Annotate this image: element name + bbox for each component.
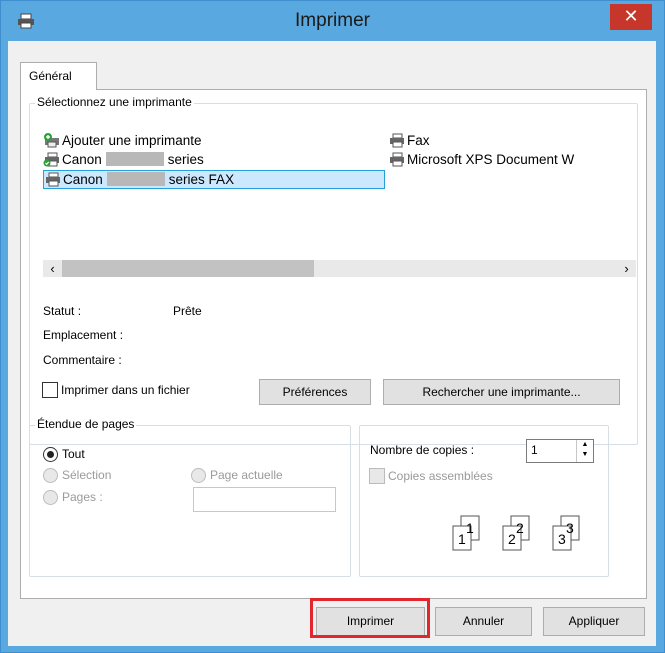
collate-label: Copies assemblées: [388, 469, 493, 483]
print-dialog: Imprimer ✕ Général Sélectionnez une impr…: [0, 0, 665, 653]
radio-current-page[interactable]: [191, 468, 206, 483]
status-value: Prête: [173, 304, 202, 318]
location-label: Emplacement :: [43, 328, 124, 342]
radio-selection[interactable]: [43, 468, 58, 483]
redacted-model: [106, 172, 165, 186]
printer-group-legend: Sélectionnez une imprimante: [35, 95, 194, 109]
printer-item-add[interactable]: Ajouter une imprimante: [43, 132, 202, 149]
apply-button[interactable]: Appliquer: [543, 607, 645, 636]
print-to-file-label: Imprimer dans un fichier: [61, 383, 190, 397]
printer-item-fax[interactable]: Fax: [388, 132, 430, 149]
scroll-thumb[interactable]: [62, 260, 314, 277]
collate-checkbox[interactable]: [369, 468, 385, 484]
find-printer-button[interactable]: Rechercher une imprimante...: [383, 379, 620, 405]
horizontal-scrollbar[interactable]: ‹ ›: [43, 260, 636, 277]
spin-arrows-icon[interactable]: ▲ ▼: [576, 440, 593, 462]
radio-pages[interactable]: [43, 490, 58, 505]
dialog-body: Général Sélectionnez une imprimante Ajou…: [8, 41, 656, 646]
printer-icon: [388, 152, 406, 167]
tab-general[interactable]: Général: [20, 62, 97, 90]
collate-pages-icon: 1 1 2 2 3 3: [452, 515, 580, 551]
add-printer-icon: [43, 133, 61, 148]
cancel-button[interactable]: Annuler: [435, 607, 532, 636]
title-bar[interactable]: Imprimer ✕: [1, 1, 664, 41]
copies-stepper[interactable]: 1 ▲ ▼: [526, 439, 594, 463]
radio-all[interactable]: [43, 447, 58, 462]
radio-current-page-label: Page actuelle: [210, 468, 283, 482]
radio-selection-label: Sélection: [62, 468, 112, 482]
comment-label: Commentaire :: [43, 353, 122, 367]
printer-list[interactable]: Ajouter une imprimante Canon series Canon…: [43, 130, 636, 245]
scroll-left-icon[interactable]: ‹: [43, 260, 62, 277]
close-button[interactable]: ✕: [610, 4, 652, 30]
page-range-legend: Étendue de pages: [35, 417, 137, 431]
collate-illustration: 1 1 2 2 3 3: [451, 514, 601, 558]
copies-value: 1: [531, 443, 538, 457]
close-icon: ✕: [623, 6, 639, 26]
printer-item-canon-fax[interactable]: Canon series FAX: [43, 170, 385, 189]
collate-page-label: 2: [516, 520, 524, 536]
radio-pages-label: Pages :: [62, 490, 103, 504]
redacted-model: [105, 152, 164, 166]
preferences-button[interactable]: Préférences: [259, 379, 371, 405]
tab-panel-general: Sélectionnez une imprimante Ajouter une …: [20, 89, 647, 599]
collate-page-label: 2: [508, 531, 516, 547]
collate-page-label: 1: [458, 531, 466, 547]
radio-all-label: Tout: [62, 447, 85, 461]
default-printer-icon: [43, 152, 61, 167]
printer-item-canon[interactable]: Canon series: [43, 151, 204, 168]
printer-item-xps[interactable]: Microsoft XPS Document W: [388, 151, 636, 168]
fax-printer-icon: [44, 172, 62, 187]
scroll-right-icon[interactable]: ›: [617, 260, 636, 277]
tab-label: Général: [29, 69, 72, 83]
status-label: Statut :: [43, 304, 82, 318]
print-to-file-checkbox[interactable]: [42, 382, 58, 398]
copies-label: Nombre de copies :: [370, 443, 475, 457]
collate-page-label: 3: [566, 520, 574, 536]
printer-icon: [388, 133, 406, 148]
window-title: Imprimer: [295, 10, 370, 31]
print-button-highlight: [310, 598, 430, 638]
collate-page-label: 3: [558, 531, 566, 547]
collate-page-label: 1: [466, 520, 474, 536]
pages-input[interactable]: [193, 487, 336, 512]
